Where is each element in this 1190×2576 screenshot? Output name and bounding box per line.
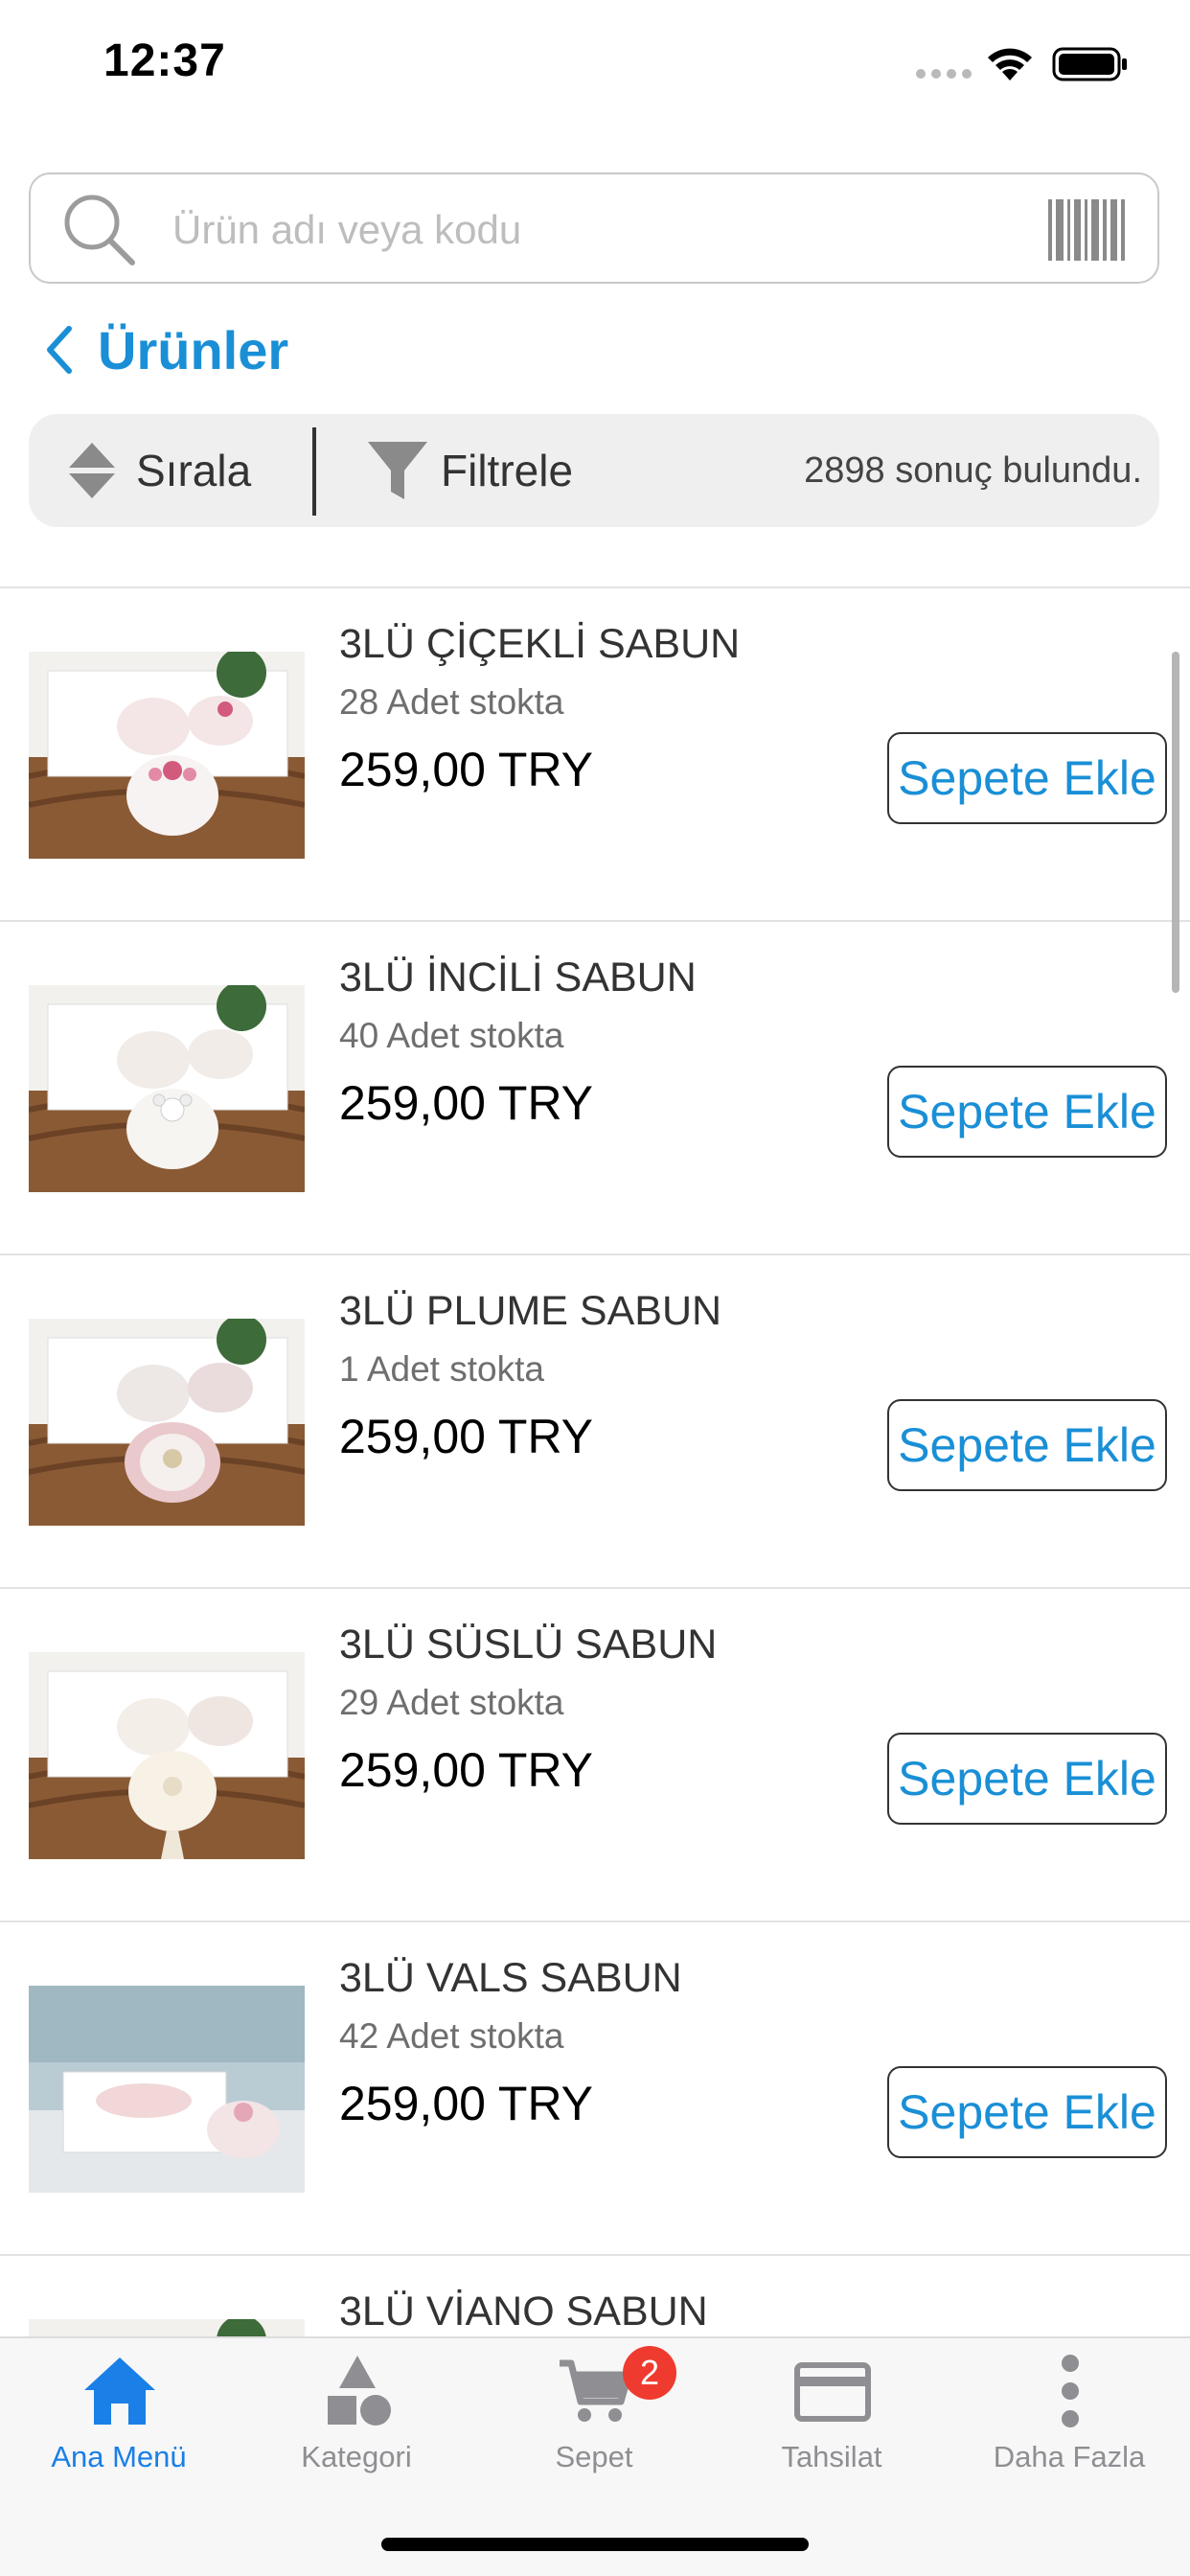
search-icon: [64, 195, 135, 265]
cellular-signal-icon: [916, 69, 972, 79]
add-to-cart-button[interactable]: Sepete Ekle: [887, 1399, 1167, 1491]
result-count: 2898 sonuç bulundu.: [804, 450, 1142, 491]
product-stock: 42 Adet stokta: [339, 2016, 564, 2056]
product-name: 3LÜ ÇİÇEKLİ SABUN: [339, 621, 741, 667]
product-row[interactable]: 3LÜ SÜSLÜ SABUN 29 Adet stokta 259,00 TR…: [0, 1589, 1190, 1922]
product-image: [29, 652, 305, 859]
product-name: 3LÜ SÜSLÜ SABUN: [339, 1622, 718, 1668]
product-image: [29, 1652, 305, 1859]
tab-more[interactable]: Daha Fazla: [950, 2338, 1188, 2482]
page-title: Ürünler: [98, 319, 289, 380]
tab-label: Sepet: [555, 2440, 633, 2473]
tab-label: Tahsilat: [781, 2440, 882, 2473]
status-time: 12:37: [103, 35, 226, 86]
status-bar: 12:37: [0, 0, 1190, 125]
cart-icon: [560, 2359, 632, 2422]
home-icon: [84, 2358, 155, 2425]
product-price: 259,00 TRY: [339, 1743, 594, 1797]
product-row[interactable]: 3LÜ İNCİLİ SABUN 40 Adet stokta 259,00 T…: [0, 922, 1190, 1255]
product-image: [29, 1319, 305, 1526]
scrollbar[interactable]: [1172, 652, 1179, 993]
product-name: 3LÜ İNCİLİ SABUN: [339, 954, 697, 1000]
product-image: [29, 985, 305, 1192]
product-image: [29, 1986, 305, 2193]
product-price: 259,00 TRY: [339, 1076, 594, 1130]
product-stock: 1 Adet stokta: [339, 1349, 544, 1389]
filter-button[interactable]: Filtrele: [366, 414, 573, 527]
credit-card-icon: [794, 2362, 871, 2422]
add-to-cart-button[interactable]: Sepete Ekle: [887, 1066, 1167, 1158]
tab-category[interactable]: Kategori: [238, 2338, 475, 2482]
category-shapes-icon: [328, 2356, 391, 2426]
cart-badge: 2: [623, 2346, 676, 2400]
product-stock: 28 Adet stokta: [339, 682, 564, 722]
chevron-left-icon: [47, 326, 72, 374]
product-price: 259,00 TRY: [339, 2077, 594, 2130]
product-name: 3LÜ VALS SABUN: [339, 1955, 682, 2001]
tab-payment[interactable]: Tahsilat: [713, 2338, 950, 2482]
sort-filter-bar: Sırala Filtrele 2898 sonuç bulundu.: [29, 414, 1159, 527]
sort-label: Sırala: [136, 446, 252, 495]
product-row[interactable]: 3LÜ VALS SABUN 42 Adet stokta 259,00 TRY…: [0, 1922, 1190, 2256]
tab-label: Kategori: [301, 2440, 412, 2473]
search-bar[interactable]: Ürün adı veya kodu: [29, 172, 1159, 284]
tab-home[interactable]: Ana Menü: [0, 2338, 238, 2482]
product-row[interactable]: 3LÜ PLUME SABUN 1 Adet stokta 259,00 TRY…: [0, 1255, 1190, 1589]
sort-icon: [69, 443, 115, 498]
product-row[interactable]: 3LÜ VİANO SABUN: [0, 2256, 1190, 2338]
product-name: 3LÜ VİANO SABUN: [339, 2288, 708, 2334]
tab-label: Ana Menü: [51, 2440, 187, 2473]
tab-cart[interactable]: Sepet: [475, 2338, 713, 2482]
search-input[interactable]: Ürün adı veya kodu: [172, 207, 521, 253]
divider: [312, 427, 316, 516]
filter-label: Filtrele: [441, 446, 574, 495]
product-price: 259,00 TRY: [339, 743, 594, 796]
add-to-cart-button[interactable]: Sepete Ekle: [887, 1733, 1167, 1825]
product-price: 259,00 TRY: [339, 1410, 594, 1463]
product-stock: 40 Adet stokta: [339, 1016, 564, 1055]
wifi-icon: [988, 48, 1032, 80]
add-to-cart-button[interactable]: Sepete Ekle: [887, 2066, 1167, 2158]
more-vertical-icon: [1062, 2355, 1079, 2427]
tab-label: Daha Fazla: [993, 2440, 1146, 2473]
home-indicator: [381, 2538, 809, 2551]
filter-funnel-icon: [368, 442, 427, 499]
product-row[interactable]: 3LÜ ÇİÇEKLİ SABUN 28 Adet stokta 259,00 …: [0, 588, 1190, 922]
product-stock: 29 Adet stokta: [339, 1683, 564, 1722]
product-image: [29, 2319, 305, 2338]
sort-button[interactable]: Sırala: [65, 414, 251, 527]
battery-icon: [1052, 47, 1127, 81]
back-button[interactable]: Ürünler: [42, 316, 288, 383]
barcode-scan-icon[interactable]: [1048, 199, 1129, 261]
add-to-cart-button[interactable]: Sepete Ekle: [887, 732, 1167, 824]
product-name: 3LÜ PLUME SABUN: [339, 1288, 722, 1334]
product-list[interactable]: 3LÜ ÇİÇEKLİ SABUN 28 Adet stokta 259,00 …: [0, 586, 1190, 2338]
